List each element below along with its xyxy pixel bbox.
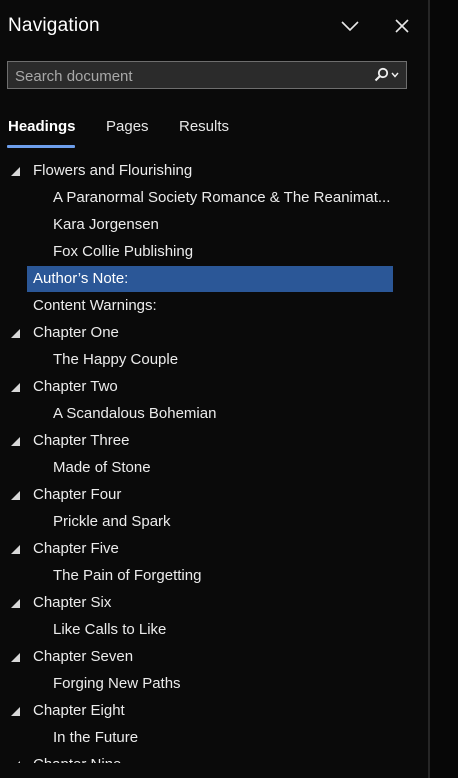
heading-label: A Paranormal Society Romance & The Reani…	[53, 189, 391, 206]
heading-item-level1[interactable]: Chapter Three	[0, 428, 428, 454]
heading-item-level1[interactable]: Chapter One	[0, 320, 428, 346]
close-icon	[395, 19, 409, 33]
heading-label: The Pain of Forgetting	[53, 567, 202, 584]
pane-title: Navigation	[8, 15, 100, 36]
search-options-button[interactable]	[370, 64, 404, 86]
collapse-triangle-icon[interactable]	[10, 706, 22, 718]
heading-label: Prickle and Spark	[53, 513, 171, 530]
heading-item-level1[interactable]: Author’s Note:	[0, 266, 428, 292]
heading-item-level2[interactable]: In the Future	[0, 725, 428, 751]
heading-label: Author’s Note:	[33, 270, 129, 287]
collapse-triangle-icon[interactable]	[10, 382, 22, 394]
heading-item-level1[interactable]: Chapter Nine	[0, 752, 428, 763]
heading-label: Chapter Nine	[33, 752, 121, 763]
heading-label: Chapter Six	[33, 594, 112, 611]
heading-label: Chapter Five	[33, 540, 119, 557]
heading-item-level2[interactable]: Kara Jorgensen	[0, 212, 428, 238]
heading-label: A Scandalous Bohemian	[53, 405, 217, 422]
heading-label: The Happy Couple	[53, 351, 179, 368]
heading-item-level2[interactable]: Forging New Paths	[0, 671, 428, 697]
heading-label: Chapter Seven	[33, 648, 134, 665]
heading-item-level2[interactable]: Made of Stone	[0, 455, 428, 481]
heading-label: Chapter One	[33, 324, 119, 341]
heading-item-level2[interactable]: Prickle and Spark	[0, 509, 428, 535]
heading-item-level2[interactable]: Like Calls to Like	[0, 617, 428, 643]
active-tab-indicator	[7, 145, 75, 148]
heading-label: Content Warnings:	[33, 297, 157, 314]
collapse-triangle-icon[interactable]	[10, 490, 22, 502]
heading-label: Fox Collie Publishing	[53, 243, 194, 260]
collapse-triangle-icon[interactable]	[10, 760, 22, 763]
heading-item-level1[interactable]: Chapter Seven	[0, 644, 428, 670]
heading-item-level1[interactable]: Content Warnings:	[0, 293, 428, 319]
heading-item-level1[interactable]: Chapter Six	[0, 590, 428, 616]
tab-headings[interactable]: Headings	[8, 118, 76, 135]
pane-options-button[interactable]	[336, 12, 364, 40]
heading-item-level2[interactable]: A Paranormal Society Romance & The Reani…	[0, 185, 428, 211]
heading-item-level1[interactable]: Chapter Four	[0, 482, 428, 508]
tab-pages[interactable]: Pages	[106, 118, 149, 135]
search-input[interactable]	[15, 66, 365, 86]
heading-label: Chapter Eight	[33, 702, 125, 719]
heading-label: In the Future	[53, 729, 139, 746]
heading-label: Made of Stone	[53, 459, 151, 476]
heading-label: Chapter Two	[33, 378, 118, 395]
heading-item-level1[interactable]: Flowers and Flourishing	[0, 158, 428, 184]
heading-item-level2[interactable]: A Scandalous Bohemian	[0, 401, 428, 427]
heading-item-level2[interactable]: The Happy Couple	[0, 347, 428, 373]
document-area-edge	[430, 0, 458, 778]
search-icon	[374, 67, 399, 82]
nav-tabs: Headings Pages Results	[0, 116, 428, 150]
heading-item-level1[interactable]: Chapter Two	[0, 374, 428, 400]
collapse-triangle-icon[interactable]	[10, 598, 22, 610]
collapse-triangle-icon[interactable]	[10, 328, 22, 340]
heading-item-level1[interactable]: Chapter Five	[0, 536, 428, 562]
collapse-triangle-icon[interactable]	[10, 544, 22, 556]
search-box	[7, 61, 407, 89]
heading-label: Chapter Four	[33, 486, 122, 503]
heading-label: Forging New Paths	[53, 675, 181, 692]
heading-item-level2[interactable]: The Pain of Forgetting	[0, 563, 428, 589]
heading-item-level1[interactable]: Chapter Eight	[0, 698, 428, 724]
tab-results[interactable]: Results	[179, 118, 229, 135]
headings-tree: Flowers and Flourishing A Paranormal Soci…	[0, 158, 428, 763]
heading-label: Flowers and Flourishing	[33, 162, 193, 179]
chevron-down-icon	[341, 21, 359, 32]
heading-label: Chapter Three	[33, 432, 130, 449]
heading-label: Kara Jorgensen	[53, 216, 159, 233]
collapse-triangle-icon[interactable]	[10, 436, 22, 448]
heading-label: Like Calls to Like	[53, 621, 167, 638]
collapse-triangle-icon[interactable]	[10, 652, 22, 664]
collapse-triangle-icon[interactable]	[10, 166, 22, 178]
heading-item-level2[interactable]: Fox Collie Publishing	[0, 239, 428, 265]
navigation-pane: Navigation Headings Pages Results Flower…	[0, 0, 428, 778]
close-pane-button[interactable]	[388, 12, 416, 40]
